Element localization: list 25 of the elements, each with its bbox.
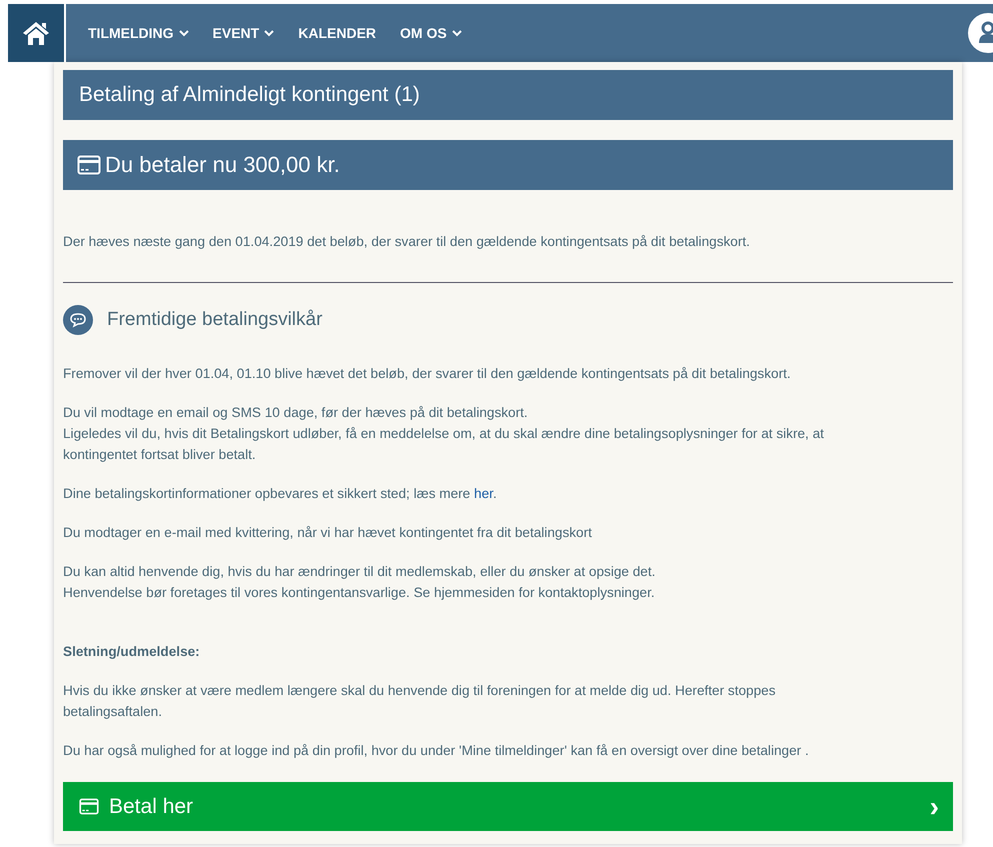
subheading: Sletning/udmeldelse: [63,643,201,661]
nav-menu-item[interactable]: OM OS [388,25,474,41]
home-icon [21,20,51,46]
chat-bubble-icon [63,305,93,335]
nav-menu-item[interactable]: TILMELDING [76,25,201,41]
nav-menu-item[interactable]: KALENDER [286,25,388,41]
paragraph: Hvis du ikke ønsker at være medlem længere skal du henvende dig til foreningen for at melde dig ud. Herefter stoppes betalingsaftalen. [63,682,777,721]
paragraph: Du modtager en e-mail med kvittering, når vi har hævet kontingentet fra dit betalingskort [63,524,593,542]
pay-button[interactable]: Betal her › [63,782,953,831]
amount-text: Du betaler nu 300,00 kr. [105,152,340,178]
home-button[interactable] [8,4,66,62]
paragraph: Du har også mulighed for at logge ind på din profil, hvor du under 'Mine tilmeldinger' kan få en oversigt over dine betalinger . [63,742,810,760]
chevron-right-icon: › [930,792,939,820]
here-link[interactable]: her [474,486,493,501]
paragraph: Dine betalingskortinformationer opbevares et sikkert sted; læs mere her. [63,485,498,503]
paragraph: Fremover vil der hver 01.04, 01.10 blive hævet det beløb, der svarer til den gældende kontingentsats på dit betalingskort. [63,365,792,383]
page-title: Betaling af Almindeligt kontingent (1) [63,70,953,120]
user-icon [976,21,993,45]
section-heading: Fremtidige betalingsvilkår [107,309,322,331]
nav-menu-item[interactable]: EVENT [200,25,286,41]
credit-card-icon [79,798,99,815]
notice-text: Der hæves næste gang den 01.04.2019 det beløb, der svarer til den gældende kontingentsats på dit betalingskort. [63,233,751,251]
credit-card-icon [77,155,101,175]
paragraph: Du vil modtage en email og SMS 10 dage, før der hæves på dit betalingskort. Ligeledes vil du, hvis dit Betalingskort udløber, få en meddelelse om, at du skal ændre dine betalingsoplysninger for at sikre, at kontingentet fortsat bliver betalt. [63,404,825,464]
paragraph: Du kan altid henvende dig, hvis du har ændringer til dit medlemskab, eller du ønsker at opsige det. Henvendelse bør foretages til vores kontingentansvarlige. Se hjemmesiden for kontaktoplysninger. [63,563,656,602]
